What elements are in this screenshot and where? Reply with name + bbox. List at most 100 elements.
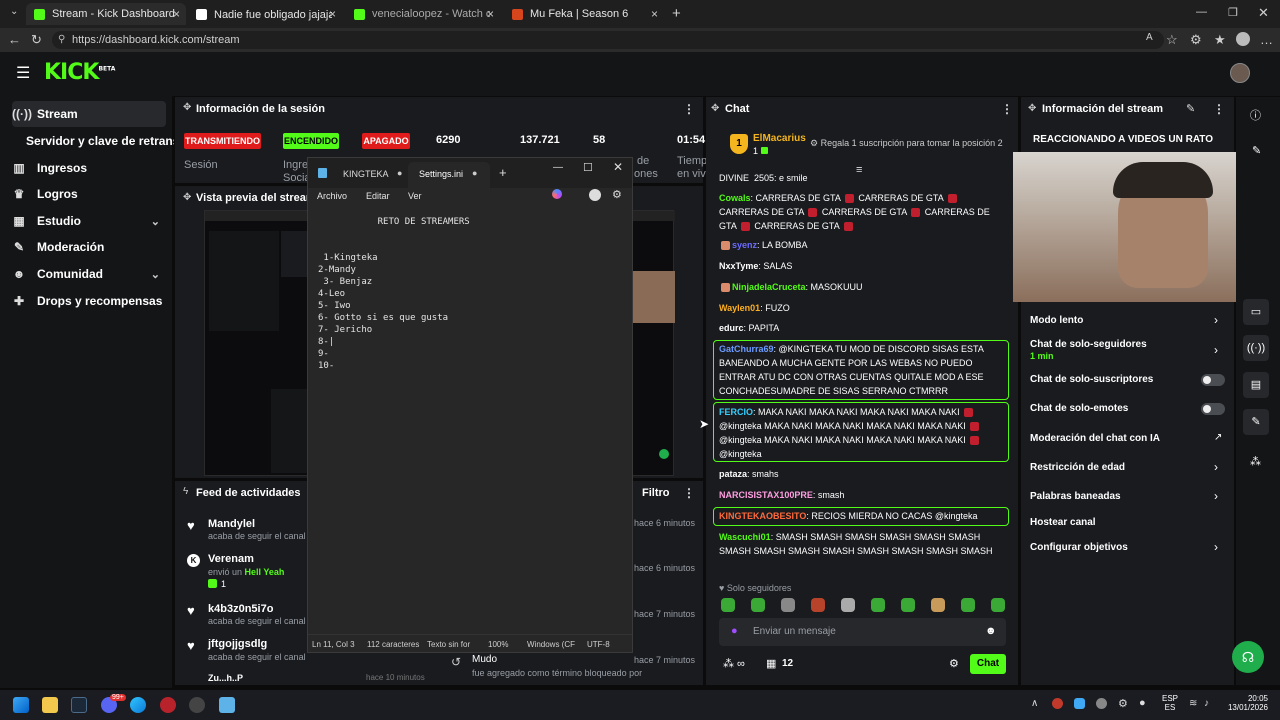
tab-kick-dashboard[interactable]: Stream - Kick Dashboard × xyxy=(26,3,186,25)
copilot-icon[interactable] xyxy=(552,189,562,199)
people-icon[interactable]: ⁂ ∞ xyxy=(723,657,745,670)
site-info-icon[interactable]: ⚲ xyxy=(58,31,65,49)
filter-button[interactable]: Filtro xyxy=(642,487,670,499)
reload-icon[interactable]: ↻ xyxy=(31,32,42,48)
emote-icon[interactable] xyxy=(721,598,735,612)
chat-username[interactable]: KINGTEKAOBESITO xyxy=(719,511,806,521)
chat-username[interactable]: Wascuchi01 xyxy=(719,532,771,542)
chat-username[interactable]: NinjadelaCruceta xyxy=(732,282,806,292)
obs-icon[interactable] xyxy=(189,697,205,713)
setting-goals[interactable]: Configurar objetivos xyxy=(1030,542,1128,553)
new-tab-button[interactable]: + xyxy=(499,165,507,180)
file-explorer-icon[interactable] xyxy=(42,697,58,713)
emote-icon[interactable] xyxy=(961,598,975,612)
setting-age-restriction[interactable]: Restricción de edad xyxy=(1030,462,1125,473)
close-tab-icon[interactable]: × xyxy=(487,7,494,21)
emotes-only-toggle[interactable] xyxy=(1201,403,1225,415)
subscribers-only-toggle[interactable] xyxy=(1201,374,1225,386)
emote-icon[interactable] xyxy=(931,598,945,612)
close-tab-icon[interactable]: × xyxy=(329,7,336,21)
chat-username[interactable]: edurc xyxy=(719,323,744,333)
close-tab-icon[interactable]: × xyxy=(651,7,658,21)
gift-sub-prompt[interactable]: ⚙ Regala 1 suscripción para tomar la pos… xyxy=(810,138,1003,149)
sidebar-item-server-key[interactable]: Servidor y clave de retransmisión xyxy=(26,128,174,154)
microphone-icon[interactable]: ● xyxy=(731,625,738,637)
feed-item-name[interactable]: k4b3z0n5i7o xyxy=(208,603,273,615)
sidebar-item-estudio[interactable]: ▦ Estudio ⌄ xyxy=(12,208,166,234)
user-avatar[interactable] xyxy=(1230,63,1250,83)
sidebar-item-ingresos[interactable]: ▥ Ingresos xyxy=(12,155,166,181)
close-window-icon[interactable]: ✕ xyxy=(1258,5,1269,21)
chat-username[interactable]: FERCIO xyxy=(719,407,753,417)
panel-menu-icon[interactable]: ⋮ xyxy=(1001,102,1013,116)
minimize-window-icon[interactable]: — xyxy=(1196,6,1207,18)
tab-tiktok[interactable]: Nadie fue obligado jajajaja😂 | T × xyxy=(188,3,342,25)
feed-item-name[interactable]: Mandylel xyxy=(208,518,255,530)
wrench-icon[interactable]: ✎ xyxy=(1243,409,1269,435)
setting-ai-moderation[interactable]: Moderación del chat con IA xyxy=(1030,433,1160,444)
chat-username[interactable]: GatChurra69 xyxy=(719,344,774,354)
sidebar-item-moderacion[interactable]: ✎ Moderación xyxy=(12,234,166,260)
info-icon[interactable]: ⓘ xyxy=(1250,107,1261,123)
back-icon[interactable]: ← xyxy=(8,32,21,47)
feed-item-name[interactable]: Verenam xyxy=(208,553,254,565)
support-chat-icon[interactable]: ☊ xyxy=(1232,641,1264,673)
collections-icon[interactable]: ★ xyxy=(1214,32,1226,48)
favorite-star-icon[interactable]: ☆ xyxy=(1166,32,1178,48)
microphone-icon[interactable]: ● xyxy=(1139,697,1146,709)
emote-icon[interactable] xyxy=(901,598,915,612)
status-zoom[interactable]: 100% xyxy=(488,640,508,649)
drag-handle-icon[interactable]: ✥ xyxy=(183,102,191,113)
sidebar-item-stream[interactable]: ((·)) Stream xyxy=(12,101,166,127)
close-tab-icon[interactable]: × xyxy=(173,7,180,21)
setting-followers-only[interactable]: Chat de solo-seguidores xyxy=(1030,339,1147,350)
panel-menu-icon[interactable]: ⋮ xyxy=(1213,102,1225,116)
chat-username[interactable]: Cowals xyxy=(719,193,751,203)
minimize-window-icon[interactable]: — xyxy=(553,162,563,173)
sidebar-item-logros[interactable]: ♛ Logros xyxy=(12,181,166,207)
panel-menu-icon[interactable]: ⋮ xyxy=(683,486,695,500)
setting-banned-words[interactable]: Palabras baneadas xyxy=(1030,491,1121,502)
drag-handle-icon[interactable]: ✥ xyxy=(183,192,191,203)
emote-icon[interactable] xyxy=(781,598,795,612)
read-aloud-icon[interactable]: A xyxy=(1146,32,1153,43)
menu-archivo[interactable]: Archivo xyxy=(317,191,347,201)
tab-kick-clips[interactable]: venecialoopez - Watch clips on Ki × xyxy=(346,3,500,25)
sidebar-item-drops[interactable]: ✚ Drops y recompensas xyxy=(12,288,166,314)
settings-gear-icon[interactable]: ⚙ xyxy=(612,188,622,201)
menu-editar[interactable]: Editar xyxy=(366,191,390,201)
tab-mu-feka[interactable]: Mu Feka | Season 6 × xyxy=(504,3,664,25)
tray-app-icon[interactable]: ⚙ xyxy=(1118,697,1128,710)
emote-icon[interactable] xyxy=(751,598,765,612)
chevron-right-icon[interactable]: › xyxy=(1214,460,1218,474)
panel-menu-icon[interactable]: ⋮ xyxy=(683,102,695,116)
emote-icon[interactable] xyxy=(811,598,825,612)
menu-ver[interactable]: Ver xyxy=(408,191,422,201)
extensions-icon[interactable]: ⚙ xyxy=(1190,32,1202,48)
profile-avatar[interactable] xyxy=(1236,32,1250,46)
hamburger-menu-icon[interactable]: ☰ xyxy=(16,63,30,83)
clock[interactable]: 20:05 13/01/2026 xyxy=(1226,694,1268,712)
external-link-icon[interactable]: ↗ xyxy=(1214,432,1222,443)
chat-username[interactable]: NxxTyme xyxy=(719,261,758,271)
tray-app-icon[interactable] xyxy=(1096,698,1107,709)
chat-username[interactable]: syenz xyxy=(732,240,757,250)
chat-settings-gear-icon[interactable]: ⚙ xyxy=(949,657,959,670)
maximize-window-icon[interactable]: ❐ xyxy=(1228,6,1238,19)
account-icon[interactable] xyxy=(589,189,601,201)
url-input[interactable]: ⚲ https://dashboard.kick.com/stream xyxy=(52,31,1164,49)
chat-bubble-icon[interactable]: ▭ xyxy=(1243,299,1269,325)
app-icon[interactable] xyxy=(160,697,176,713)
tray-chevron-icon[interactable]: ∧ xyxy=(1031,698,1038,709)
edit-pencil-icon[interactable]: ✎ xyxy=(1186,102,1195,115)
chat-input[interactable]: ● Enviar un mensaje ☻ xyxy=(719,618,1006,646)
emote-icon[interactable] xyxy=(991,598,1005,612)
emoji-picker-icon[interactable]: ☻ xyxy=(985,625,997,637)
feed-item-name[interactable]: Mudo xyxy=(472,654,497,665)
feed-item-name[interactable]: jftgojjgsdlg xyxy=(208,638,267,650)
pinned-expand-icon[interactable]: ≡ xyxy=(856,164,862,176)
windows-start-icon[interactable] xyxy=(13,697,29,713)
maximize-window-icon[interactable]: ☐ xyxy=(583,161,593,174)
tab-list-icon[interactable]: ⌄ xyxy=(10,6,18,17)
chevron-right-icon[interactable]: › xyxy=(1214,489,1218,503)
